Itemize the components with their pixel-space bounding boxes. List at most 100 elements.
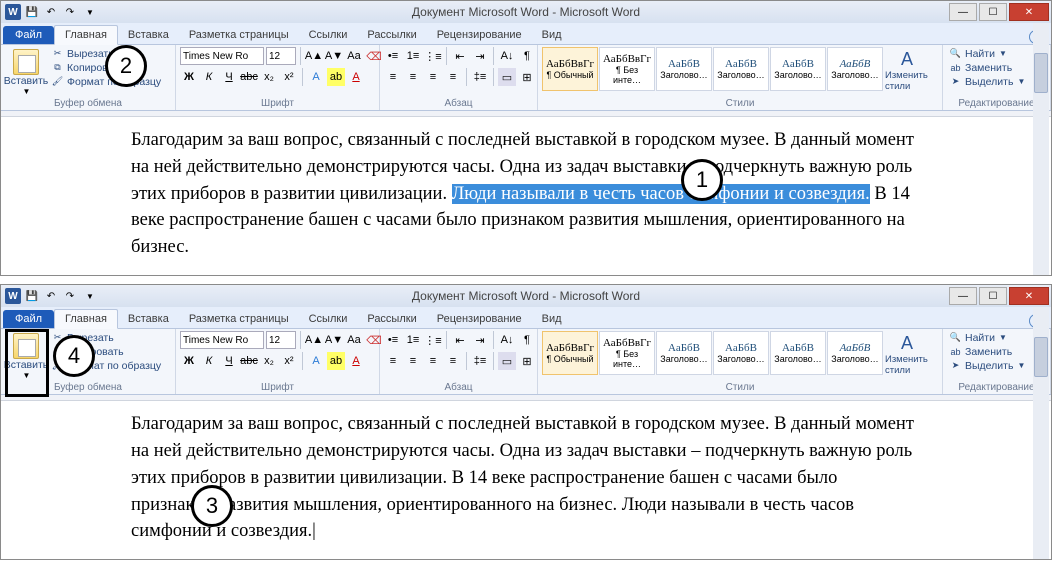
close-button[interactable]: ✕ xyxy=(1009,287,1049,305)
minimize-button[interactable]: — xyxy=(949,3,977,21)
indent-icon[interactable]: ⇥ xyxy=(471,331,489,349)
strike-button[interactable]: abc xyxy=(240,68,258,86)
underline-button[interactable]: Ч xyxy=(220,68,238,86)
select-button[interactable]: ➤Выделить▼ xyxy=(947,359,1027,372)
tab-pagelayout[interactable]: Разметка страницы xyxy=(179,310,299,328)
outdent-icon[interactable]: ⇤ xyxy=(451,331,469,349)
style-h1[interactable]: АаБбВЗаголово… xyxy=(656,47,712,91)
find-button[interactable]: 🔍Найти▼ xyxy=(947,47,1027,60)
font-name-combo[interactable]: Times New Ro xyxy=(180,331,264,349)
change-case-icon[interactable]: Aa xyxy=(345,47,363,65)
bullets-icon[interactable]: •≡ xyxy=(384,47,402,65)
tab-pagelayout[interactable]: Разметка страницы xyxy=(179,26,299,44)
align-left-icon[interactable]: ≡ xyxy=(384,352,402,370)
tab-file[interactable]: Файл xyxy=(3,26,54,44)
style-normal[interactable]: АаБбВвГг¶ Обычный xyxy=(542,47,598,91)
font-color-icon[interactable]: A xyxy=(347,352,365,370)
subscript-button[interactable]: x₂ xyxy=(260,352,278,370)
highlight-icon[interactable]: ab xyxy=(327,352,345,370)
style-nospacing[interactable]: АаБбВвГг¶ Без инте… xyxy=(599,47,655,91)
qat-dropdown-icon[interactable]: ▼ xyxy=(82,4,98,20)
tab-home[interactable]: Главная xyxy=(54,309,118,329)
borders-icon[interactable]: ⊞ xyxy=(518,68,536,86)
tab-mailings[interactable]: Рассылки xyxy=(357,26,426,44)
superscript-button[interactable]: x² xyxy=(280,68,298,86)
save-icon[interactable]: 💾 xyxy=(24,4,40,20)
document-area-1[interactable]: Благодарим за ваш вопрос, связанный с по… xyxy=(1,117,1051,275)
format-painter-button[interactable]: 🖌Формат по образцу xyxy=(49,75,163,88)
multilevel-icon[interactable]: ⋮≡ xyxy=(424,47,442,65)
grow-font-icon[interactable]: A▲ xyxy=(305,47,323,65)
select-button[interactable]: ➤Выделить▼ xyxy=(947,75,1027,88)
underline-button[interactable]: Ч xyxy=(220,352,238,370)
style-normal[interactable]: АаБбВвГг¶ Обычный xyxy=(542,331,598,375)
justify-icon[interactable]: ≡ xyxy=(444,352,462,370)
tab-mailings[interactable]: Рассылки xyxy=(357,310,426,328)
font-name-combo[interactable]: Times New Ro xyxy=(180,47,264,65)
outdent-icon[interactable]: ⇤ xyxy=(451,47,469,65)
tab-view[interactable]: Вид xyxy=(532,310,572,328)
qat-dropdown-icon[interactable]: ▼ xyxy=(82,288,98,304)
text-effects-icon[interactable]: A xyxy=(307,352,325,370)
font-color-icon[interactable]: A xyxy=(347,68,365,86)
font-size-combo[interactable]: 12 xyxy=(266,47,296,65)
grow-font-icon[interactable]: A▲ xyxy=(305,331,323,349)
style-h2[interactable]: АаБбВЗаголово… xyxy=(713,331,769,375)
sort-icon[interactable]: A↓ xyxy=(498,47,516,65)
indent-icon[interactable]: ⇥ xyxy=(471,47,489,65)
tab-view[interactable]: Вид xyxy=(532,26,572,44)
vertical-scrollbar[interactable] xyxy=(1033,307,1049,559)
style-h3[interactable]: АаБбВЗаголово… xyxy=(770,331,826,375)
justify-icon[interactable]: ≡ xyxy=(444,68,462,86)
change-styles-button[interactable]: A Изменить стили xyxy=(885,331,929,376)
pilcrow-icon[interactable]: ¶ xyxy=(518,47,536,65)
borders-icon[interactable]: ⊞ xyxy=(518,352,536,370)
tab-references[interactable]: Ссылки xyxy=(299,310,358,328)
align-right-icon[interactable]: ≡ xyxy=(424,68,442,86)
pilcrow-icon[interactable]: ¶ xyxy=(518,331,536,349)
sort-icon[interactable]: A↓ xyxy=(498,331,516,349)
style-h1[interactable]: АаБбВЗаголово… xyxy=(656,331,712,375)
line-spacing-icon[interactable]: ‡≡ xyxy=(471,352,489,370)
superscript-button[interactable]: x² xyxy=(280,352,298,370)
redo-icon[interactable]: ↷ xyxy=(62,4,78,20)
style-h4[interactable]: АаБбВЗаголово… xyxy=(827,331,883,375)
tab-references[interactable]: Ссылки xyxy=(299,26,358,44)
replace-button[interactable]: abЗаменить xyxy=(947,61,1027,74)
tab-home[interactable]: Главная xyxy=(54,25,118,45)
highlight-icon[interactable]: ab xyxy=(327,68,345,86)
replace-button[interactable]: abЗаменить xyxy=(947,345,1027,358)
maximize-button[interactable]: ☐ xyxy=(979,287,1007,305)
redo-icon[interactable]: ↷ xyxy=(62,288,78,304)
change-case-icon[interactable]: Aa xyxy=(345,331,363,349)
undo-icon[interactable]: ↶ xyxy=(43,4,59,20)
bold-button[interactable]: Ж xyxy=(180,352,198,370)
shrink-font-icon[interactable]: A▼ xyxy=(325,47,343,65)
numbering-icon[interactable]: 1≡ xyxy=(404,331,422,349)
align-center-icon[interactable]: ≡ xyxy=(404,68,422,86)
italic-button[interactable]: К xyxy=(200,68,218,86)
style-nospacing[interactable]: АаБбВвГг¶ Без инте… xyxy=(599,331,655,375)
paste-dropdown-icon[interactable]: ▼ xyxy=(23,87,31,96)
scroll-thumb[interactable] xyxy=(1034,337,1048,377)
bold-button[interactable]: Ж xyxy=(180,68,198,86)
scroll-thumb[interactable] xyxy=(1034,53,1048,93)
line-spacing-icon[interactable]: ‡≡ xyxy=(471,68,489,86)
subscript-button[interactable]: x₂ xyxy=(260,68,278,86)
tab-review[interactable]: Рецензирование xyxy=(427,310,532,328)
shading-icon[interactable]: ▭ xyxy=(498,352,516,370)
shading-icon[interactable]: ▭ xyxy=(498,68,516,86)
save-icon[interactable]: 💾 xyxy=(24,288,40,304)
style-h2[interactable]: АаБбВЗаголово… xyxy=(713,47,769,91)
bullets-icon[interactable]: •≡ xyxy=(384,331,402,349)
paste-button[interactable]: Вставить ▼ xyxy=(5,47,47,96)
find-button[interactable]: 🔍Найти▼ xyxy=(947,331,1027,344)
close-button[interactable]: ✕ xyxy=(1009,3,1049,21)
strike-button[interactable]: abc xyxy=(240,352,258,370)
style-h3[interactable]: АаБбВЗаголово… xyxy=(770,47,826,91)
align-left-icon[interactable]: ≡ xyxy=(384,68,402,86)
undo-icon[interactable]: ↶ xyxy=(43,288,59,304)
change-styles-button[interactable]: A Изменить стили xyxy=(885,47,929,92)
multilevel-icon[interactable]: ⋮≡ xyxy=(424,331,442,349)
text-effects-icon[interactable]: A xyxy=(307,68,325,86)
